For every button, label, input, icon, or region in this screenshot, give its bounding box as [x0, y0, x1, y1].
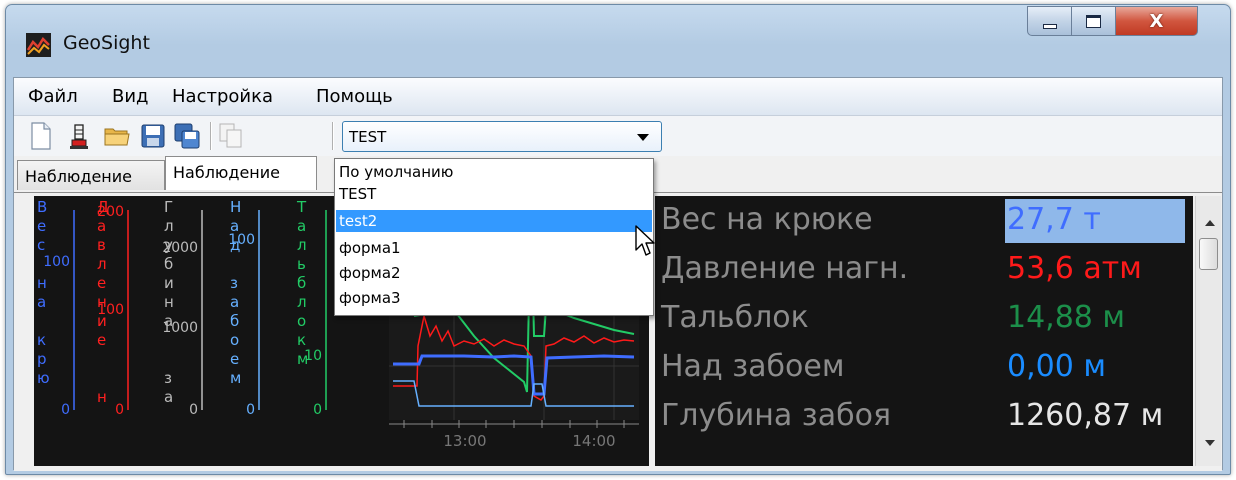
- save-icon[interactable]: [140, 121, 166, 151]
- dropdown-option[interactable]: форма3: [336, 287, 652, 309]
- axis-title-glubina: Глубиназа: [164, 198, 174, 406]
- menu-settings[interactable]: Настройка: [172, 86, 273, 107]
- new-document-icon[interactable]: [28, 121, 54, 151]
- minimize-button[interactable]: [1027, 6, 1072, 36]
- tick-davlenie-200: 200: [97, 204, 124, 220]
- dropdown-option-highlighted[interactable]: test2: [336, 210, 652, 232]
- axis-title-ves: Веснакрю: [37, 198, 50, 387]
- dropdown-option[interactable]: форма2: [336, 262, 652, 284]
- reading-label: Давление нагн.: [661, 251, 909, 286]
- vertical-scrollbar[interactable]: [1195, 196, 1221, 466]
- geosight-logo-icon: [26, 33, 51, 57]
- menu-help[interactable]: Помощь: [316, 86, 393, 107]
- scroll-thumb[interactable]: [1199, 238, 1218, 270]
- close-button[interactable]: X: [1116, 6, 1198, 36]
- time-label-13: 13:00: [443, 432, 486, 450]
- time-label-14: 14:00: [572, 432, 615, 450]
- tick-glubina-1000: 1000: [162, 320, 198, 336]
- open-folder-icon[interactable]: [104, 121, 130, 151]
- tab-observation-1[interactable]: Наблюдение: [17, 160, 165, 190]
- lamp-icon[interactable]: [66, 121, 92, 151]
- dropdown-arrow-icon[interactable]: [637, 134, 649, 141]
- maximize-button[interactable]: [1072, 6, 1116, 36]
- tick-davlenie-100: 100: [97, 302, 124, 318]
- toolbar-separator: [210, 122, 211, 150]
- profile-combobox[interactable]: TEST: [342, 121, 662, 152]
- axis-title-talblok: Тальблокм: [296, 198, 308, 368]
- tab-label: Наблюдение: [173, 163, 281, 182]
- combo-selected-value: TEST: [349, 128, 387, 146]
- window-title: GeoSight: [63, 32, 150, 54]
- tick-nad-zaboem-0: 0: [246, 402, 255, 418]
- menu-bar: Файл Вид Настройка Помощь: [14, 78, 1222, 116]
- mouse-pointer-icon: [635, 225, 655, 256]
- menu-file[interactable]: Файл: [28, 86, 78, 107]
- reading-value-nad-zaboem[interactable]: 0,00 м: [1007, 349, 1106, 384]
- reading-value-glubina[interactable]: 1260,87 м: [1007, 398, 1163, 433]
- tick-talblok-10: 10: [304, 348, 322, 364]
- reading-value-ves[interactable]: 27,7 т: [1007, 202, 1101, 237]
- minimize-icon: [1042, 23, 1057, 29]
- tick-ves-0: 0: [61, 402, 70, 418]
- reading-label: Над забоем: [661, 349, 845, 384]
- scroll-up-icon[interactable]: [1205, 220, 1215, 226]
- tick-glubina-0: 0: [189, 402, 198, 418]
- tick-talblok-0: 0: [313, 402, 322, 418]
- toolbar-separator: [332, 122, 333, 150]
- reading-label: Вес на крюке: [661, 202, 873, 237]
- scroll-down-icon[interactable]: [1205, 440, 1215, 446]
- tick-nad-zaboem-100: 100: [228, 232, 255, 248]
- dropdown-option[interactable]: По умолчанию: [336, 161, 652, 183]
- save-all-icon[interactable]: [174, 121, 200, 151]
- tick-davlenie-0: 0: [115, 402, 124, 418]
- profile-dropdown-list: По умолчанию TEST test2 форма1 форма2 фо…: [334, 158, 654, 316]
- axis-title-nad-zaboem: Надзабоем: [230, 198, 241, 387]
- maximize-icon: [1086, 14, 1101, 28]
- tick-ves-100: 100: [43, 254, 70, 270]
- tab-label: Наблюдение: [25, 167, 133, 186]
- reading-label: Глубина забоя: [661, 398, 891, 433]
- reading-value-davlenie[interactable]: 53,6 атм: [1007, 251, 1142, 286]
- tick-glubina-2000: 2000: [162, 240, 198, 256]
- reading-value-talblok[interactable]: 14,88 м: [1007, 300, 1125, 335]
- copy-icon-disabled[interactable]: [218, 121, 244, 151]
- reading-label: Тальблок: [661, 300, 809, 335]
- close-icon: X: [1149, 10, 1164, 32]
- readings-panel: Вес на крюке 27,7 т Давление нагн. 53,6 …: [655, 196, 1193, 466]
- tab-observation-2[interactable]: Наблюдение: [165, 156, 317, 190]
- dropdown-option[interactable]: форма1: [336, 237, 652, 259]
- menu-view[interactable]: Вид: [112, 86, 149, 107]
- dropdown-option[interactable]: TEST: [336, 183, 652, 205]
- toolbar: TEST: [14, 116, 1222, 156]
